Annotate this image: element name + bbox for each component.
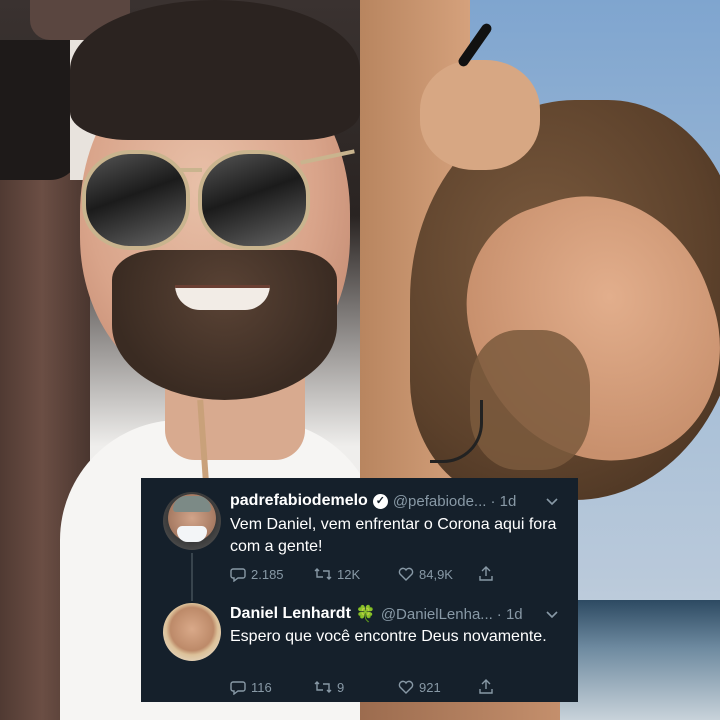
sunglasses-left-lens [82, 150, 190, 250]
beard [470, 330, 590, 470]
reply-count: 2.185 [251, 566, 284, 582]
avatar[interactable] [163, 603, 221, 661]
retweet-icon [314, 568, 332, 580]
like-button[interactable]: 84,9K [398, 567, 478, 582]
tweet-header: Daniel Lenhardt 🍀 @DanielLenha... · 1d [230, 603, 558, 625]
beard [112, 250, 337, 400]
face-mask [177, 526, 207, 542]
reply-count: 116 [251, 679, 272, 695]
like-button[interactable]: 921 [398, 680, 478, 695]
retweet-button[interactable]: 12K [314, 567, 398, 582]
sunglasses-right-lens [198, 150, 310, 250]
verified-badge-icon: ✓ [372, 493, 388, 509]
hand [420, 60, 540, 170]
tweet-text: Espero que você encontre Deus novamente. [230, 628, 547, 645]
car-seat-rim [0, 40, 80, 180]
user-handle[interactable]: @DanielLenha... [381, 606, 493, 623]
sea-background [560, 600, 720, 720]
cap [173, 496, 211, 512]
retweet-button[interactable]: 9 [314, 680, 398, 695]
display-name[interactable]: padrefabiodemelo [230, 492, 368, 510]
tweet-text: Vem Daniel, vem enfrentar o Corona aqui … [230, 516, 557, 555]
reply-button[interactable]: 2.185 [230, 566, 288, 582]
timestamp[interactable]: · 1d [497, 606, 523, 623]
like-icon [398, 567, 414, 581]
user-handle[interactable]: @pefabiode... [393, 493, 487, 510]
tweet-header: padrefabiodemelo ✓ @pefabiode... · 1d [230, 490, 558, 512]
tweet-thread-card: padrefabiodemelo ✓ @pefabiode... · 1d Ve… [141, 478, 578, 702]
display-name[interactable]: Daniel Lenhardt [230, 605, 351, 623]
hair [70, 0, 360, 140]
reply-icon [230, 681, 246, 695]
share-button[interactable] [478, 679, 494, 695]
like-count: 921 [419, 679, 441, 695]
share-icon [479, 679, 493, 694]
retweet-count: 12K [337, 566, 361, 582]
sunglasses-bridge [180, 168, 202, 172]
avatar[interactable] [163, 492, 221, 550]
tweet-actions: 116 9 921 [230, 677, 560, 697]
reply-button[interactable]: 116 [230, 679, 288, 695]
tweet[interactable]: padrefabiodemelo ✓ @pefabiode... · 1d Ve… [141, 478, 578, 601]
retweet-count: 9 [337, 679, 345, 695]
chevron-down-icon[interactable] [546, 607, 558, 622]
tweet-actions: 2.185 12K 84,9K [230, 564, 560, 584]
like-icon [398, 680, 414, 694]
smile [175, 285, 270, 310]
like-count: 84,9K [419, 566, 453, 582]
chevron-down-icon[interactable] [546, 494, 558, 509]
retweet-icon [314, 681, 332, 693]
share-button[interactable] [478, 566, 494, 582]
share-icon [479, 566, 493, 581]
tweet[interactable]: Daniel Lenhardt 🍀 @DanielLenha... · 1d E… [141, 590, 578, 702]
timestamp[interactable]: · 1d [490, 493, 516, 510]
reply-icon [230, 568, 246, 582]
clover-emoji: 🍀 [355, 606, 376, 623]
